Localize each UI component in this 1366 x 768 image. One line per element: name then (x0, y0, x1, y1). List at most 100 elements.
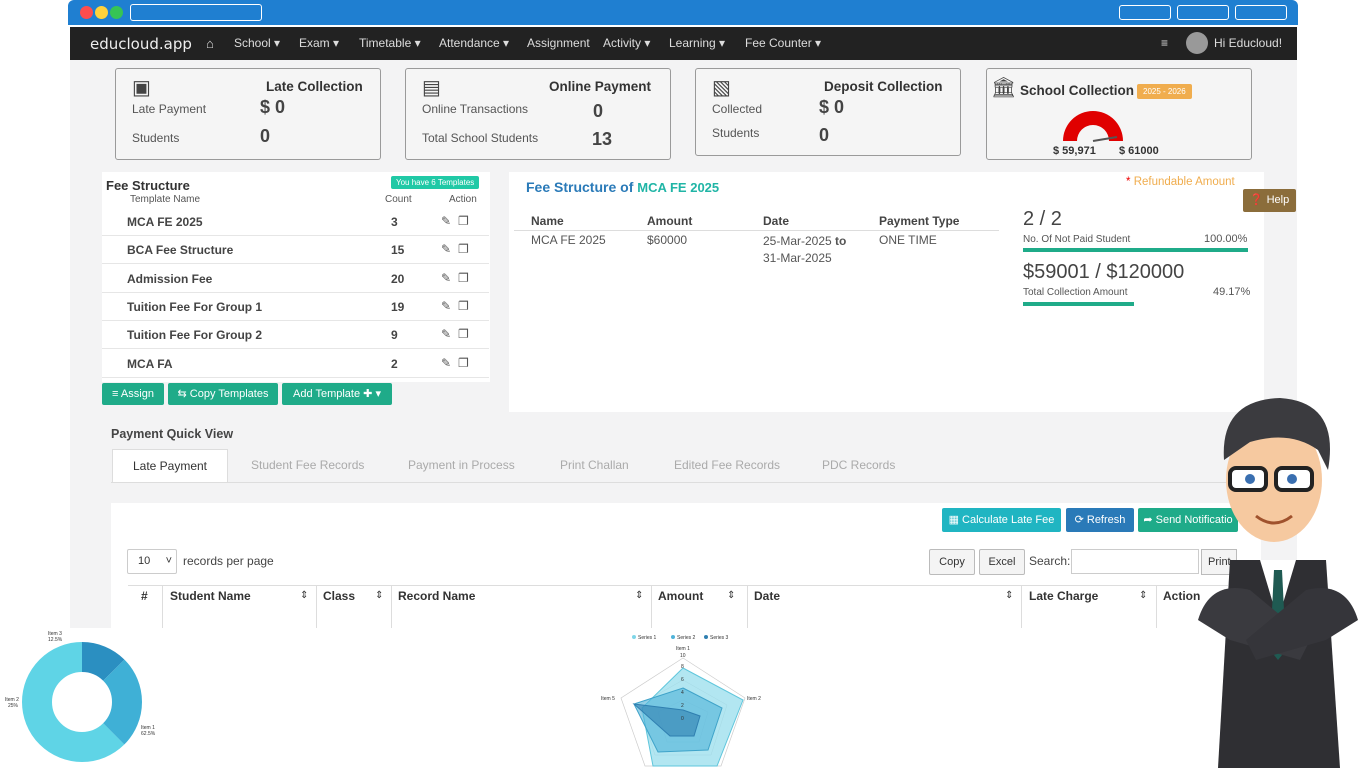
sort-icon[interactable]: ⇕ (375, 590, 383, 601)
tab-payment-in-process[interactable]: Payment in Process (408, 449, 515, 482)
briefcase-icon: ▧ (712, 77, 731, 99)
tab-edited-fee-records[interactable]: Edited Fee Records (674, 449, 780, 482)
sort-icon[interactable]: ⇕ (635, 590, 643, 601)
calculate-late-fee-button[interactable]: ▦ Calculate Late Fee (942, 508, 1061, 532)
deposit-collection-card: ▧ Deposit Collection Collected $ 0 Stude… (695, 68, 961, 156)
tab-student-fee-records[interactable]: Student Fee Records (251, 449, 364, 482)
excel-button[interactable]: Excel (979, 549, 1025, 575)
tab-late-payment[interactable]: Late Payment (112, 449, 228, 482)
template-name: MCA FA (127, 356, 173, 371)
browser-button-1[interactable] (1119, 5, 1171, 20)
browser-button-3[interactable] (1235, 5, 1287, 20)
edit-icon[interactable]: ✎ (441, 327, 451, 341)
maximize-window-icon[interactable] (110, 6, 123, 19)
quick-view-title: Payment Quick View (111, 427, 234, 441)
refresh-button[interactable]: ⟳ Refresh (1066, 508, 1134, 532)
copy-templates-button[interactable]: ⇆ Copy Templates (168, 383, 278, 405)
copy-icon[interactable]: ❐ (458, 214, 469, 228)
help-button[interactable]: ❓ Help (1243, 189, 1296, 212)
copy-icon[interactable]: ❐ (458, 271, 469, 285)
nav-school[interactable]: School ▾ (234, 36, 280, 50)
column-divider (651, 585, 652, 628)
edit-icon[interactable]: ✎ (441, 271, 451, 285)
axis-item-1: Item 1 (676, 646, 690, 652)
school-collection-card: 🏛 School Collection 2025 - 2026 $ 59,971… (986, 68, 1252, 160)
edit-icon[interactable]: ✎ (441, 356, 451, 370)
template-row: Tuition Fee For Group 1 19 ✎ ❐ (102, 293, 489, 321)
edit-icon[interactable]: ✎ (441, 242, 451, 256)
th-date[interactable]: Date (754, 589, 780, 603)
collection-label: Total Collection Amount (1023, 287, 1128, 298)
template-name: MCA FE 2025 (127, 215, 203, 229)
credit-card-icon: ▤ (422, 77, 441, 99)
nav-assignment[interactable]: Assignment (527, 36, 590, 50)
nav-attendance[interactable]: Attendance ▾ (439, 36, 509, 50)
add-template-button[interactable]: Add Template ✚ ▾ (282, 383, 392, 405)
th-index[interactable]: # (141, 589, 148, 603)
row-date: 25-Mar-2025 to 31-Mar-2025 (763, 234, 847, 265)
tick-10: 10 (680, 653, 686, 659)
nav-fee-counter[interactable]: Fee Counter ▾ (745, 36, 821, 50)
template-row: Tuition Fee For Group 2 9 ✎ ❐ (102, 321, 489, 350)
legend-series-2: Series 2 (677, 635, 696, 641)
template-count: 2 (391, 356, 398, 371)
radar-chart: Series 1 Series 2 Series 3 Item 1 Item 2… (601, 635, 761, 767)
template-count: 19 (391, 299, 405, 314)
axis-item-5: Item 5 (601, 696, 615, 702)
menu-icon[interactable]: ≡ (1161, 36, 1168, 50)
minimize-window-icon[interactable] (95, 6, 108, 19)
template-count: 9 (391, 328, 398, 343)
year-badge: 2025 - 2026 (1137, 84, 1192, 99)
th-late-charge[interactable]: Late Charge (1029, 589, 1098, 603)
column-divider (1021, 585, 1022, 628)
per-page-select[interactable]: 10 ˅ (127, 549, 177, 574)
avatar[interactable] (1186, 32, 1208, 54)
sort-icon[interactable]: ⇕ (727, 590, 735, 601)
nav-activity[interactable]: Activity ▾ (603, 36, 650, 50)
nav-timetable[interactable]: Timetable ▾ (359, 36, 421, 50)
user-greeting[interactable]: Hi Educloud! (1214, 36, 1282, 50)
close-window-icon[interactable] (80, 6, 93, 19)
home-icon[interactable]: ⌂ (206, 36, 214, 51)
collection-progress-bar (1023, 302, 1134, 306)
address-bar[interactable] (130, 4, 262, 21)
card-value: $ 0 (819, 97, 845, 117)
th-amount[interactable]: Amount (658, 589, 703, 603)
copy-icon[interactable]: ❐ (458, 242, 469, 256)
tick-8: 8 (681, 664, 684, 670)
donut-pct-item2: 25% (8, 703, 19, 709)
th-student-name[interactable]: Student Name (170, 589, 251, 603)
sort-icon[interactable]: ⇕ (1139, 590, 1147, 601)
sort-icon[interactable]: ⇕ (1005, 590, 1013, 601)
late-collection-card: ▣ Late Collection Late Payment $ 0 Stude… (115, 68, 381, 160)
column-divider (316, 585, 317, 628)
edit-icon[interactable]: ✎ (441, 214, 451, 228)
browser-button-2[interactable] (1177, 5, 1229, 20)
card-label: Late Payment (132, 102, 207, 116)
col-amount: Amount (647, 214, 693, 228)
card-value: 0 (593, 101, 604, 121)
copy-icon[interactable]: ❐ (458, 356, 469, 370)
search-input[interactable] (1071, 549, 1199, 574)
tick-6: 6 (681, 677, 684, 683)
th-class[interactable]: Class (323, 589, 355, 603)
row-amount: $60000 (647, 233, 688, 247)
nav-learning[interactable]: Learning ▾ (669, 36, 725, 50)
copy-icon[interactable]: ❐ (458, 299, 469, 313)
copy-button[interactable]: Copy (929, 549, 975, 575)
tick-0: 0 (681, 716, 684, 722)
nav-exam[interactable]: Exam ▾ (299, 36, 339, 50)
tab-pdc-records[interactable]: PDC Records (822, 449, 895, 482)
unpaid-progress-bar (1023, 248, 1248, 252)
copy-icon[interactable]: ❐ (458, 327, 469, 341)
sort-icon[interactable]: ⇕ (300, 590, 308, 601)
edit-icon[interactable]: ✎ (441, 299, 451, 313)
template-name: Tuition Fee For Group 1 (127, 299, 263, 314)
assign-button[interactable]: ≡ Assign (102, 383, 164, 405)
donut-pct-item1: 62.5% (141, 731, 156, 737)
brand-logo[interactable]: educloud.app (90, 35, 192, 53)
row-type: ONE TIME (879, 233, 937, 247)
tab-print-challan[interactable]: Print Challan (560, 449, 629, 482)
th-record-name[interactable]: Record Name (398, 589, 475, 603)
card-title: Deposit Collection (824, 79, 943, 94)
